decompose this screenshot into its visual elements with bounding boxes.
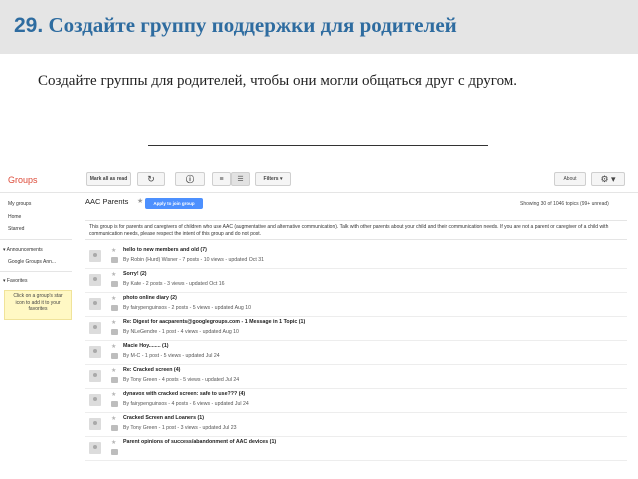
sidebar-item-my-groups[interactable]: My groups (8, 201, 31, 207)
groups-logo[interactable]: Groups (8, 175, 38, 185)
message-icon (111, 353, 118, 359)
slide-title: 29. Создайте группу поддержки для родите… (14, 13, 457, 38)
message-icon (111, 401, 118, 407)
topic-row[interactable]: ★ hello to new members and old (7) By Robi… (85, 245, 627, 269)
topic-meta: By fairypenguinsos - 2 posts - 5 views -… (123, 305, 252, 311)
avatar (89, 442, 101, 454)
topic-meta: By fairypenguinsos - 4 posts - 6 views -… (123, 401, 249, 407)
topic-title[interactable]: dynavox with cracked screen: safe to use… (123, 391, 245, 397)
topic-meta: By M-C - 1 post - 5 views - updated Jul … (123, 353, 220, 359)
topic-title[interactable]: photo online diary (2) (123, 295, 177, 301)
topic-row[interactable]: ★ Sorry! (2) By Kate - 2 posts - 3 views -… (85, 269, 627, 293)
favorites-hint-line: favorites (28, 306, 48, 312)
star-icon[interactable]: ★ (137, 197, 143, 205)
info-icon[interactable]: ⓘ (175, 172, 205, 186)
topic-title[interactable]: Re: Cracked screen (4) (123, 367, 180, 373)
star-icon[interactable]: ★ (111, 295, 116, 302)
groups-screenshot: Groups Mark all as read ↻ ⓘ ≡ ☰ Filters … (0, 160, 638, 479)
avatar (89, 274, 101, 286)
star-icon[interactable]: ★ (111, 343, 116, 350)
star-icon[interactable]: ★ (111, 247, 116, 254)
topic-title[interactable]: Macie Hoy........ (1) (123, 343, 169, 349)
star-icon[interactable]: ★ (111, 415, 116, 422)
topic-title[interactable]: Sorry! (2) (123, 271, 147, 277)
slide-number: 29. (14, 14, 44, 37)
slide-title-text: Создайте группу поддержки для родителей (48, 13, 457, 37)
topic-row[interactable]: ★ photo online diary (2) By fairypenguinso… (85, 293, 627, 317)
topic-title[interactable]: Parent opinions of success/abandonment o… (123, 439, 276, 445)
topic-title[interactable]: Re: Digest for aacparents@googlegroups.c… (123, 319, 305, 325)
favorites-hint-line: Click on a group's star (13, 293, 63, 299)
message-icon (111, 425, 118, 431)
avatar (89, 394, 101, 406)
star-icon[interactable]: ★ (111, 367, 116, 374)
message-icon (111, 257, 118, 263)
list-view-icon[interactable]: ≡ (212, 172, 231, 186)
slide-header: 29. Создайте группу поддержки для родите… (0, 0, 638, 54)
topic-row[interactable]: ★ Cracked Screen and Loaners (1) By Tony G… (85, 413, 627, 437)
sidebar-favorites-header[interactable]: ▾ Favorites (3, 278, 27, 284)
message-icon (111, 305, 118, 311)
topic-title[interactable]: Cracked Screen and Loaners (1) (123, 415, 204, 421)
avatar (89, 370, 101, 382)
topic-meta: By Robin (Hurd) Wisner - 7 posts - 10 vi… (123, 257, 264, 263)
avatar (89, 298, 101, 310)
filters-button[interactable]: Filters ▾ (255, 172, 291, 186)
refresh-icon[interactable]: ↻ (137, 172, 165, 186)
star-icon[interactable]: ★ (111, 439, 116, 446)
topic-row[interactable]: ★ Macie Hoy........ (1) By M-C - 1 post - … (85, 341, 627, 365)
sidebar-announcements-header[interactable]: ▾ Announcements (3, 247, 43, 253)
star-icon[interactable]: ★ (111, 271, 116, 278)
group-description: This group is for parents and caregivers… (85, 220, 627, 240)
topic-row[interactable]: ★ Parent opinions of success/abandonment … (85, 437, 627, 461)
sidebar-item-home[interactable]: Home (8, 214, 21, 220)
avatar (89, 250, 101, 262)
topic-row[interactable]: ★ Re: Cracked screen (4) By Tony Green - 4… (85, 365, 627, 389)
about-button[interactable]: About (554, 172, 586, 186)
sidebar-item-starred[interactable]: Starred (8, 226, 24, 232)
message-icon (111, 281, 118, 287)
star-icon[interactable]: ★ (111, 319, 116, 326)
avatar (89, 418, 101, 430)
topic-meta: By Kate - 2 posts - 3 views - updated Oc… (123, 281, 225, 287)
topic-meta: By Tony Green - 4 posts - 5 views - upda… (123, 377, 240, 383)
settings-icon[interactable]: ⚙ ▾ (591, 172, 625, 186)
message-icon (111, 377, 118, 383)
topics-count: Showing 30 of 1046 topics (99+ unread) (520, 201, 609, 207)
sidebar-divider (0, 239, 72, 240)
favorites-hint: Click on a group's star icon to add it t… (4, 290, 72, 320)
message-icon (111, 449, 118, 455)
avatar (89, 322, 101, 334)
topic-meta: By Tony Green - 1 post - 3 views - updat… (123, 425, 237, 431)
toolbar-divider (0, 192, 638, 193)
message-icon (111, 329, 118, 335)
sidebar-divider (0, 271, 72, 272)
mark-all-read-button[interactable]: Mark all as read (86, 172, 131, 186)
group-name: AAC Parents (85, 197, 129, 206)
sidebar-item-announcements[interactable]: Google Groups Ann... (8, 259, 56, 265)
topic-title[interactable]: hello to new members and old (7) (123, 247, 207, 253)
star-icon[interactable]: ★ (111, 391, 116, 398)
avatar (89, 346, 101, 358)
topic-meta: By NLeGendre - 1 post - 4 views - update… (123, 329, 239, 335)
divider-line (148, 145, 488, 146)
compact-view-icon[interactable]: ☰ (231, 172, 250, 186)
topic-row[interactable]: ★ Re: Digest for aacparents@googlegroups.… (85, 317, 627, 341)
slide-subtitle: Создайте группы для родителей, чтобы они… (38, 73, 518, 89)
join-group-button[interactable]: Apply to join group (145, 198, 203, 209)
topic-row[interactable]: ★ dynavox with cracked screen: safe to us… (85, 389, 627, 413)
